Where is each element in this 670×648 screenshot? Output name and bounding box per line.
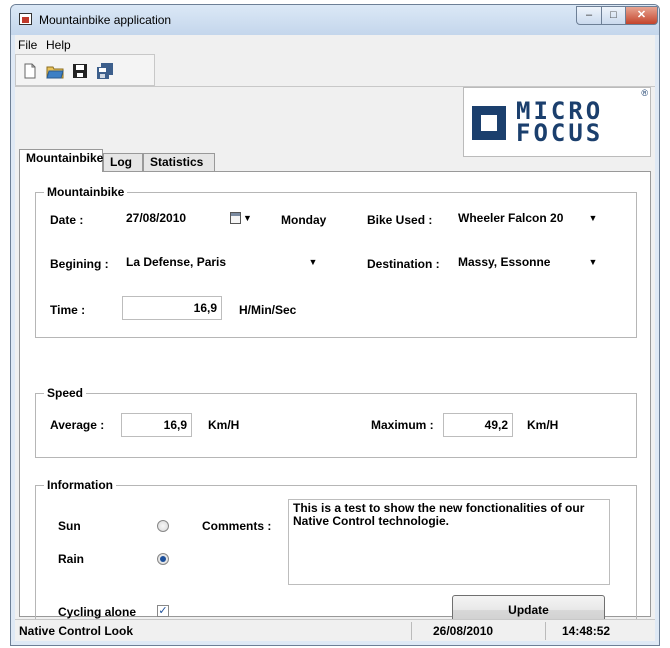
- mountainbike-group-legend: Mountainbike: [44, 185, 128, 199]
- registered-mark: ®: [641, 88, 648, 98]
- tab-mountainbike[interactable]: Mountainbike: [19, 149, 103, 172]
- time-unit: H/Min/Sec: [239, 303, 297, 317]
- maximize-button[interactable]: □: [601, 6, 626, 25]
- destination-value: Massy, Essonne: [458, 255, 551, 269]
- information-group: Information Sun Rain Comments : This is …: [35, 478, 637, 630]
- status-bar: Native Control Look 26/08/2010 14:48:52: [15, 619, 655, 641]
- speed-group: Speed Average : 16,9 Km/H Maximum : 49,2…: [35, 386, 637, 458]
- maximum-label: Maximum :: [371, 418, 434, 432]
- app-icon: [19, 13, 32, 25]
- new-document-icon[interactable]: [21, 62, 39, 80]
- status-separator: [411, 622, 412, 640]
- chevron-down-icon[interactable]: ▼: [586, 251, 600, 273]
- logo-mark: [472, 106, 506, 140]
- status-separator: [545, 622, 546, 640]
- micro-focus-logo: MICRO FOCUS ®: [463, 87, 651, 157]
- logo-text-focus: FOCUS: [516, 119, 604, 147]
- date-value: 27/08/2010: [126, 211, 187, 225]
- begining-select[interactable]: La Defense, Paris ▼: [122, 251, 322, 275]
- mountainbike-tab-panel: Mountainbike Date : 27/08/2010 ▼ Monday …: [19, 171, 651, 630]
- average-speed-input[interactable]: 16,9: [121, 413, 192, 437]
- information-group-legend: Information: [44, 478, 116, 492]
- open-folder-icon[interactable]: [46, 62, 64, 80]
- tab-log[interactable]: Log: [103, 153, 143, 171]
- mountainbike-group: Mountainbike Date : 27/08/2010 ▼ Monday …: [35, 185, 637, 338]
- sun-radio[interactable]: [157, 520, 169, 532]
- bike-used-select[interactable]: Wheeler Falcon 20 ▼: [454, 207, 602, 231]
- calendar-icon[interactable]: [230, 212, 241, 224]
- rain-label: Rain: [58, 552, 85, 566]
- average-unit: Km/H: [208, 418, 240, 432]
- chevron-down-icon[interactable]: ▼: [306, 251, 320, 273]
- speed-group-legend: Speed: [44, 386, 87, 400]
- bike-used-value: Wheeler Falcon 20: [458, 211, 564, 225]
- day-label: Monday: [281, 213, 327, 227]
- date-picker[interactable]: 27/08/2010 ▼: [122, 207, 262, 231]
- sun-label: Sun: [58, 519, 81, 533]
- status-date: 26/08/2010: [433, 624, 494, 638]
- tab-statistics[interactable]: Statistics: [143, 153, 215, 171]
- menu-help[interactable]: Help: [46, 38, 71, 52]
- close-button[interactable]: ✕: [625, 6, 658, 25]
- destination-select[interactable]: Massy, Essonne ▼: [454, 251, 602, 275]
- window-title: Mountainbike application: [39, 13, 172, 27]
- rain-radio[interactable]: [157, 553, 169, 565]
- save-icon[interactable]: [71, 62, 89, 80]
- maximum-speed-input[interactable]: 49,2: [443, 413, 513, 437]
- begining-label: Begining :: [50, 257, 109, 271]
- client-area: File Help MICRO FOCUS ® Mountainbike Log…: [15, 35, 655, 641]
- begining-value: La Defense, Paris: [126, 255, 227, 269]
- chevron-down-icon[interactable]: ▼: [586, 207, 600, 229]
- cycling-alone-checkbox[interactable]: ✓: [157, 605, 169, 617]
- status-time: 14:48:52: [562, 624, 611, 638]
- save-all-icon[interactable]: [96, 62, 114, 80]
- comments-textarea[interactable]: This is a test to show the new fonctiona…: [288, 499, 610, 585]
- bike-used-label: Bike Used :: [367, 213, 433, 227]
- cycling-alone-label: Cycling alone: [58, 605, 137, 619]
- maximum-unit: Km/H: [527, 418, 559, 432]
- toolbar: [15, 54, 155, 86]
- menu-bar: File Help: [15, 35, 655, 54]
- status-text: Native Control Look: [19, 624, 134, 638]
- destination-label: Destination :: [367, 257, 440, 271]
- minimize-button[interactable]: –: [576, 6, 602, 25]
- title-bar[interactable]: Mountainbike application – □ ✕: [11, 5, 659, 35]
- comments-label: Comments :: [202, 519, 272, 533]
- average-label: Average :: [50, 418, 105, 432]
- time-input[interactable]: 16,9: [122, 296, 222, 320]
- date-label: Date :: [50, 213, 84, 227]
- time-label: Time :: [50, 303, 86, 317]
- chevron-down-icon[interactable]: ▼: [243, 207, 252, 229]
- app-window: Mountainbike application – □ ✕ File Help: [10, 4, 660, 646]
- menu-file[interactable]: File: [18, 38, 37, 52]
